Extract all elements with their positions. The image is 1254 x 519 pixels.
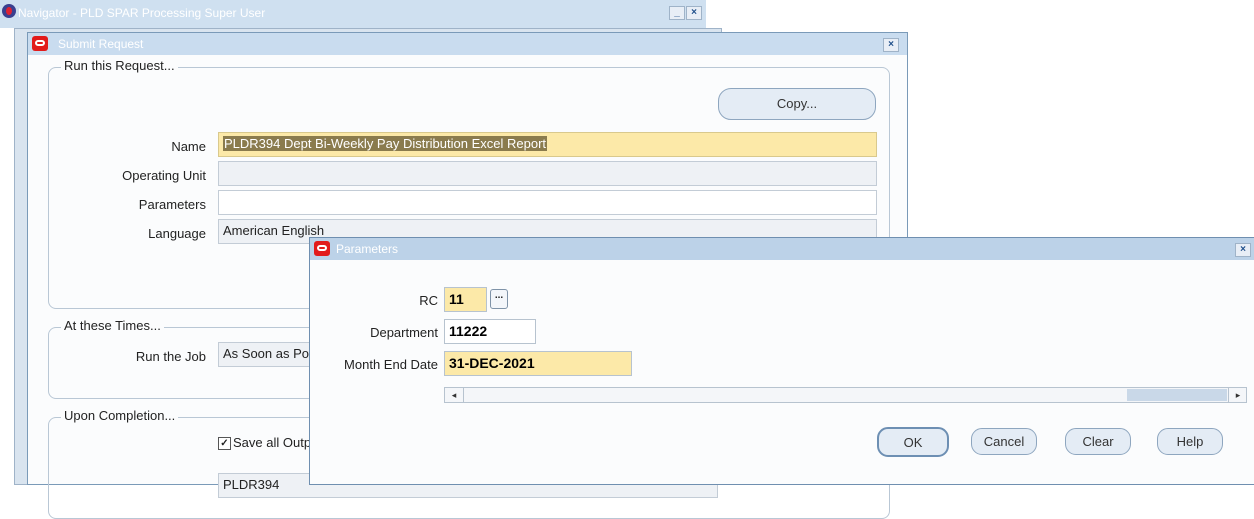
save-output-checkbox[interactable]: ✓: [218, 437, 231, 450]
scroll-left-icon[interactable]: ◂: [445, 388, 464, 402]
navigator-title-bar: Navigator - PLD SPAR Processing Super Us…: [0, 0, 706, 28]
name-label: Name: [171, 139, 206, 154]
copy-button[interactable]: Copy...: [718, 88, 876, 120]
clear-button[interactable]: Clear: [1065, 428, 1131, 455]
month-end-field[interactable]: 31-DEC-2021: [444, 351, 632, 376]
minimize-button[interactable]: _: [669, 6, 685, 20]
submit-request-close-button[interactable]: ×: [883, 38, 899, 52]
department-field[interactable]: 11222: [444, 319, 536, 344]
navigator-close-button[interactable]: ×: [686, 6, 702, 20]
scroll-thumb[interactable]: [1127, 389, 1227, 401]
parameters-title-bar: Parameters ×: [310, 238, 1254, 260]
submit-request-title-bar: Submit Request ×: [28, 33, 907, 55]
ok-button[interactable]: OK: [877, 427, 949, 457]
parameters-close-button[interactable]: ×: [1235, 243, 1251, 257]
horizontal-scrollbar[interactable]: ◂ ▸: [444, 387, 1247, 403]
rc-lov-button[interactable]: ...: [490, 289, 508, 309]
run-request-group-label: Run this Request...: [61, 58, 178, 73]
name-field[interactable]: PLDR394 Dept Bi-Weekly Pay Distribution …: [218, 132, 877, 157]
parameters-label: Parameters: [138, 197, 206, 212]
rc-label: RC: [419, 293, 438, 308]
oracle-icon: [314, 241, 330, 256]
parameters-field[interactable]: [218, 190, 877, 215]
run-job-label: Run the Job: [135, 349, 206, 364]
parameters-title: Parameters: [336, 242, 399, 256]
operating-unit-label: Operating Unit: [122, 168, 206, 183]
navigator-title: Navigator - PLD SPAR Processing Super Us…: [18, 6, 266, 20]
times-group-label: At these Times...: [61, 318, 164, 333]
name-field-value: PLDR394 Dept Bi-Weekly Pay Distribution …: [223, 136, 548, 151]
oracle-navigator-icon: [2, 4, 16, 18]
help-button[interactable]: Help: [1157, 428, 1223, 455]
completion-group-label: Upon Completion...: [61, 408, 179, 423]
rc-field[interactable]: 11: [444, 287, 487, 312]
scroll-right-icon[interactable]: ▸: [1228, 388, 1247, 402]
submit-request-title: Submit Request: [58, 37, 144, 51]
month-end-label: Month End Date: [344, 357, 438, 372]
operating-unit-field[interactable]: [218, 161, 877, 186]
language-label: Language: [148, 226, 206, 241]
cancel-button[interactable]: Cancel: [971, 428, 1037, 455]
oracle-icon: [32, 36, 48, 51]
department-label: Department: [370, 325, 438, 340]
parameters-dialog: Parameters × RC 11 ... Department 11222 …: [309, 237, 1254, 485]
